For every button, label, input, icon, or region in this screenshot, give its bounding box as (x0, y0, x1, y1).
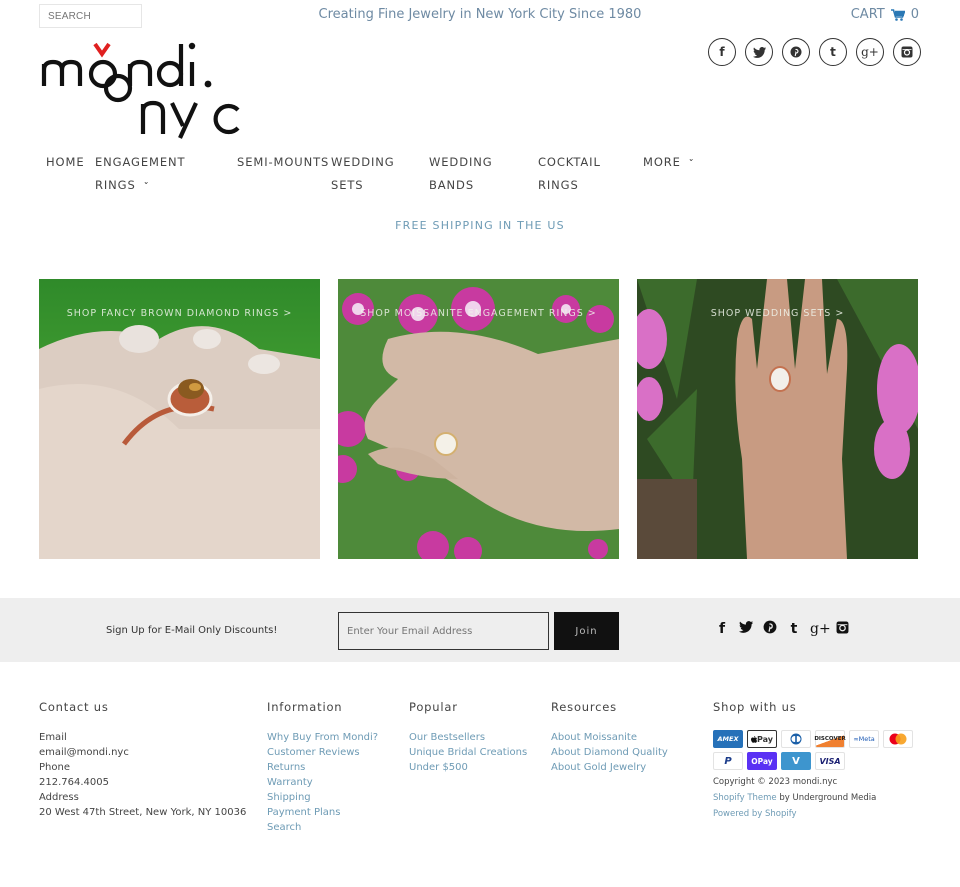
facebook-icon[interactable]: f (708, 38, 736, 66)
footer-information: Information Why Buy From Mondi? Customer… (267, 700, 378, 835)
amex-icon: AMEX (713, 730, 743, 748)
footer-heading: Information (267, 700, 343, 714)
chevron-down-icon: ˅ (142, 182, 150, 192)
nav-more[interactable]: MORE ˅ (643, 151, 694, 176)
newsletter-text: Sign Up for E-Mail Only Discounts! (106, 625, 278, 636)
nav-label: COCKTAIL (538, 155, 601, 169)
social-links-footer: f t g+ (714, 620, 850, 638)
google-plus-icon[interactable]: g+ (810, 621, 831, 637)
footer-heading: Popular (409, 700, 458, 714)
nav-label: SETS (331, 178, 364, 192)
instagram-icon[interactable] (893, 38, 921, 66)
footer-link[interactable]: Shipping (267, 790, 378, 805)
powered-by-shopify-link[interactable]: Powered by Shopify (713, 806, 913, 822)
footer-link[interactable]: About Gold Jewelry (551, 760, 668, 775)
footer-link[interactable]: Why Buy From Mondi? (267, 730, 378, 745)
nav-semi-mounts[interactable]: SEMI-MOUNTS (237, 151, 329, 174)
shopify-theme-link[interactable]: Shopify Theme (713, 793, 777, 803)
footer-resources: Resources About Moissanite About Diamond… (551, 700, 668, 775)
footer-link[interactable]: Unique Bridal Creations (409, 745, 527, 760)
mastercard-icon (883, 730, 913, 748)
nav-label: ENGAGEMENT (95, 155, 186, 169)
tagline: Creating Fine Jewelry in New York City S… (318, 7, 642, 22)
join-button[interactable]: Join (554, 612, 619, 650)
footer-shop: Shop with us AMEX Pay DISCOVER ∞Meta P O… (713, 700, 913, 822)
payment-icons-row: P OPay V VISA (713, 752, 913, 770)
logo[interactable] (40, 38, 245, 140)
contact-phone[interactable]: 212.764.4005 (39, 775, 246, 790)
contact-line: Email (39, 732, 67, 743)
cart-count: 0 (910, 7, 919, 22)
nav-label: BANDS (429, 178, 475, 192)
footer-popular: Popular Our Bestsellers Unique Bridal Cr… (409, 700, 527, 775)
nav-cocktail-rings[interactable]: COCKTAIL RINGS (538, 151, 601, 197)
email-input[interactable] (338, 612, 549, 650)
venmo-icon: V (781, 752, 811, 770)
nav-label: HOME (46, 155, 85, 169)
shop-pay-icon: OPay (747, 752, 777, 770)
tile-wedding-sets[interactable]: SHOP WEDDING SETS > (637, 279, 918, 559)
tumblr-icon[interactable]: t (819, 38, 847, 66)
cart-icon (890, 8, 905, 21)
tumblr-icon[interactable]: t (786, 621, 802, 637)
nav-label: SEMI-MOUNTS (237, 155, 330, 169)
twitter-icon[interactable] (745, 38, 773, 66)
diners-club-icon (781, 730, 811, 748)
free-shipping-banner[interactable]: FREE SHIPPING IN THE US (0, 219, 960, 232)
copyright: Copyright © 2023 mondi.nyc (713, 777, 838, 787)
twitter-icon[interactable] (738, 621, 754, 637)
instagram-icon[interactable] (834, 621, 850, 638)
nav-label: MORE (643, 155, 681, 169)
footer-contact: Contact us Email email@mondi.nyc Phone 2… (39, 700, 246, 820)
footer-link[interactable]: About Diamond Quality (551, 745, 668, 760)
tile-caption: SHOP FANCY BROWN DIAMOND RINGS > (66, 308, 293, 319)
footer-link[interactable]: Warranty (267, 775, 378, 790)
discover-icon: DISCOVER (814, 730, 846, 748)
tile-image-moissanite-ring (338, 279, 619, 559)
nav-label: WEDDING (331, 155, 395, 169)
nav-engagement-rings[interactable]: ENGAGEMENT RINGS ˅ (95, 151, 185, 199)
tile-caption: SHOP MOISSANITE ENGAGEMENT RINGS > (360, 308, 597, 319)
nav-label: RINGS (538, 178, 579, 192)
theme-credit: Shopify Theme by Underground Media (713, 790, 913, 806)
paypal-icon: P (713, 752, 743, 770)
apple-pay-icon: Pay (747, 730, 777, 748)
cart-link[interactable]: CART 0 (851, 7, 919, 22)
footer-link[interactable]: About Moissanite (551, 730, 668, 745)
contact-line: Phone (39, 762, 70, 773)
meta-pay-icon: ∞Meta (849, 730, 879, 748)
tile-image-wedding-set (637, 279, 918, 559)
nav-wedding-sets[interactable]: WEDDING SETS (331, 151, 395, 197)
pinterest-icon[interactable] (782, 38, 810, 66)
payment-icons-row: AMEX Pay DISCOVER ∞Meta (713, 730, 913, 748)
cart-label: CART (850, 7, 885, 22)
tile-image-brown-ring (39, 279, 320, 559)
footer-link[interactable]: Returns (267, 760, 378, 775)
tile-caption: SHOP WEDDING SETS > (710, 308, 845, 319)
footer-heading: Shop with us (713, 700, 797, 714)
nav-home[interactable]: HOME (46, 151, 85, 174)
footer-link[interactable]: Payment Plans (267, 805, 378, 820)
social-links-header: f t g+ (708, 38, 921, 66)
footer-heading: Contact us (39, 700, 109, 714)
google-plus-icon[interactable]: g+ (856, 38, 884, 66)
footer-link[interactable]: Our Bestsellers (409, 730, 527, 745)
footer-link[interactable]: Customer Reviews (267, 745, 378, 760)
pinterest-icon[interactable] (762, 620, 778, 638)
chevron-down-icon: ˅ (688, 159, 696, 169)
visa-icon: VISA (815, 752, 845, 770)
facebook-icon[interactable]: f (714, 621, 730, 637)
tile-fancy-brown-diamond-rings[interactable]: SHOP FANCY BROWN DIAMOND RINGS > (39, 279, 320, 559)
contact-line: Address (39, 792, 79, 803)
contact-address: 20 West 47th Street, New York, NY 10036 (39, 807, 247, 818)
theme-author: by Underground Media (776, 793, 877, 803)
tile-moissanite-engagement-rings[interactable]: SHOP MOISSANITE ENGAGEMENT RINGS > (338, 279, 619, 559)
footer-heading: Resources (551, 700, 617, 714)
contact-email[interactable]: email@mondi.nyc (39, 745, 246, 760)
nav-label: WEDDING (429, 155, 493, 169)
nav-label: RINGS (95, 178, 136, 192)
footer-link[interactable]: Search (267, 820, 378, 835)
nav-wedding-bands[interactable]: WEDDING BANDS (429, 151, 493, 197)
footer-link[interactable]: Under $500 (409, 760, 527, 775)
